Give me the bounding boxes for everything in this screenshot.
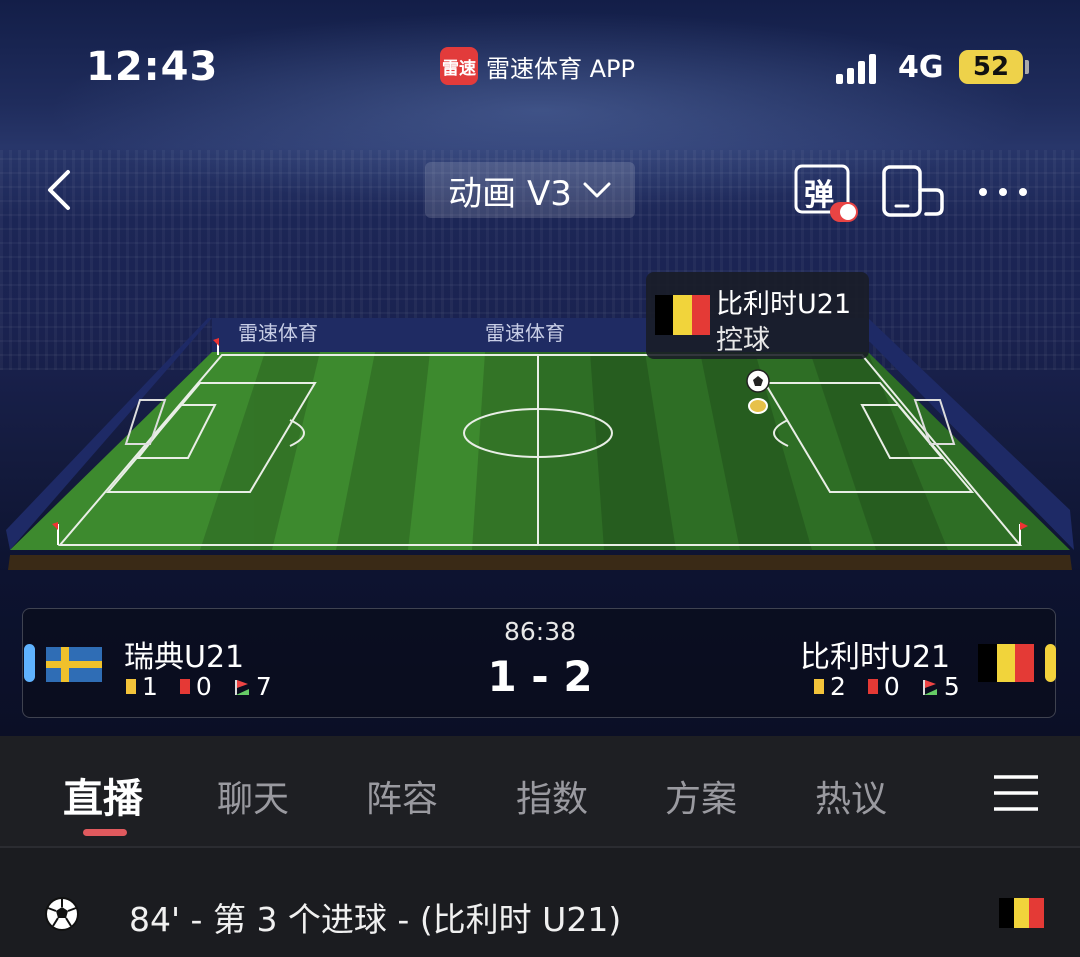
tab-odds[interactable]: 指数 xyxy=(516,770,588,822)
back-chevron-icon[interactable] xyxy=(40,168,80,212)
pitch-watermark-2: 雷速体育 xyxy=(485,321,565,345)
animation-mode-label: 动画 V3 xyxy=(448,173,572,214)
pitch-watermark-1: 雷速体育 xyxy=(238,321,318,345)
battery-icon: 52 xyxy=(959,50,1023,84)
away-stats: 2 0 5 xyxy=(814,672,960,701)
app-logo-icon: 雷速 xyxy=(440,47,478,85)
rotate-screen-icon[interactable] xyxy=(880,164,946,220)
away-side-indicator xyxy=(1045,644,1056,682)
app-title: 雷速 雷速体育 APP xyxy=(440,46,635,86)
tab-plans[interactable]: 方案 xyxy=(665,770,737,822)
match-score: 1 - 2 xyxy=(487,652,593,701)
match-clock: 86:38 xyxy=(503,617,577,646)
home-team-name: 瑞典U21 xyxy=(124,640,245,675)
home-yellow-count: 1 xyxy=(142,672,158,701)
tab-chat[interactable]: 聊天 xyxy=(217,770,289,822)
tab-live[interactable]: 直播 xyxy=(63,766,143,824)
possession-label: 控球 xyxy=(716,325,770,356)
corner-flag-icon xyxy=(922,679,937,695)
possession-team: 比利时U21 xyxy=(716,289,852,320)
active-tab-indicator xyxy=(83,829,127,836)
sweden-flag-icon xyxy=(46,647,102,682)
soccer-ball-icon xyxy=(45,897,79,931)
danmu-toggle-icon[interactable]: 弹 xyxy=(794,164,860,224)
belgium-flag-icon xyxy=(655,295,710,335)
tab-lineup[interactable]: 阵容 xyxy=(366,770,438,822)
ball-position-marker xyxy=(748,398,768,414)
chevron-down-icon xyxy=(583,182,611,198)
red-card-icon xyxy=(867,679,878,694)
away-team-name: 比利时U21 xyxy=(800,640,951,675)
tab-discussion[interactable]: 热议 xyxy=(815,770,887,822)
signal-icon xyxy=(836,52,876,84)
belgium-flag-icon xyxy=(999,898,1044,928)
pitch-animation: 雷速体育 雷速体育 xyxy=(6,318,1074,570)
status-bar: 12:43 雷速 雷速体育 APP 4G 52 xyxy=(0,0,1080,130)
more-icon[interactable] xyxy=(975,176,1031,208)
away-corner-count: 5 xyxy=(943,672,960,701)
possession-popup: 比利时U21 控球 xyxy=(646,272,869,359)
animation-mode-selector[interactable]: 动画 V3 xyxy=(425,162,635,218)
event-goal-text: 84' - 第 3 个进球 - (比利时 U21) xyxy=(129,900,622,939)
corner-flag-icon xyxy=(234,679,249,695)
home-red-count: 0 xyxy=(195,672,212,701)
away-red-count: 0 xyxy=(883,672,900,701)
network-type: 4G xyxy=(898,50,944,85)
soccer-ball-icon xyxy=(746,369,770,393)
away-yellow-count: 2 xyxy=(830,672,846,701)
home-corner-count: 7 xyxy=(255,672,272,701)
battery-tip xyxy=(1025,60,1029,74)
home-side-indicator xyxy=(24,644,35,682)
status-time: 12:43 xyxy=(86,44,219,90)
red-card-icon xyxy=(179,679,190,694)
home-stats: 1 0 7 xyxy=(126,672,288,701)
yellow-card-icon xyxy=(126,679,136,694)
belgium-flag-icon xyxy=(978,644,1035,682)
danmu-label: 弹 xyxy=(804,178,834,213)
menu-icon[interactable] xyxy=(993,774,1039,812)
app-name: 雷速体育 APP xyxy=(486,54,635,83)
yellow-card-icon xyxy=(814,679,824,694)
